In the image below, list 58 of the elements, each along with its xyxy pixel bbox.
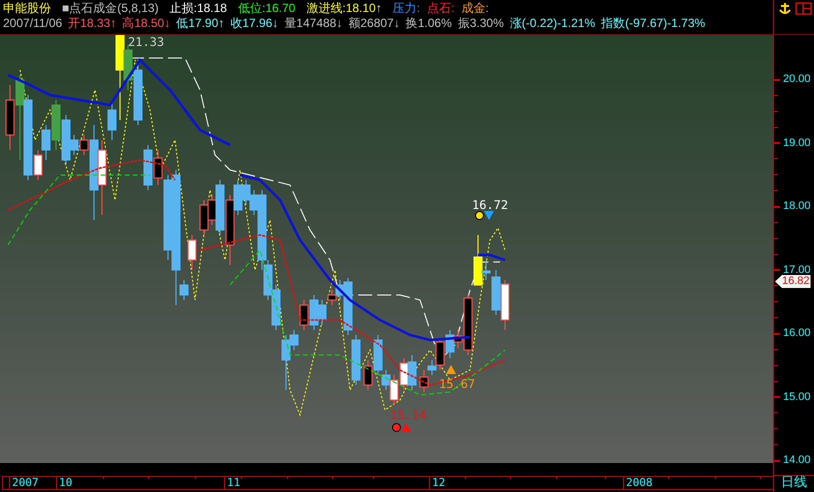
quote-text: 量147488↓ <box>284 16 342 30</box>
price-tick-label: 18.00 <box>783 200 811 212</box>
quote-text: 2007/11/06 <box>3 16 62 30</box>
price-tick-label: 19.00 <box>783 136 811 148</box>
price-annotation: 15.14 <box>390 409 426 422</box>
quote-text: 振3.30% <box>458 16 504 30</box>
quote-text: 低17.90↑ <box>176 16 224 30</box>
date-label: 2007 <box>9 476 38 489</box>
price-annotation: 21.33 <box>128 36 164 49</box>
up-triangle-icon <box>446 365 456 374</box>
dot-icon <box>475 211 484 220</box>
date-label: 2008 <box>623 476 652 489</box>
candlestick <box>144 144 152 190</box>
header-text: 止损:18.18 <box>170 1 227 15</box>
candlestick <box>188 234 196 270</box>
quote-text: 开18.33↑ <box>68 16 116 30</box>
header-text: 成金: <box>461 1 489 15</box>
candlestick <box>352 334 360 386</box>
candlestick <box>272 284 280 330</box>
candlestick <box>500 280 510 330</box>
header-text: 申能股份 <box>3 1 51 15</box>
candlestick <box>310 294 318 330</box>
quote-text: 换1.06% <box>406 16 452 30</box>
header-text: 低位:16.70 <box>238 1 296 15</box>
window-icon[interactable] <box>795 2 812 15</box>
price-tick-label: 20.00 <box>783 73 811 85</box>
candlestick <box>400 358 408 390</box>
dot-icon <box>392 423 401 432</box>
candlestick <box>42 124 50 160</box>
quote-text: 收17.96↓ <box>230 16 278 30</box>
anchor-icon[interactable] <box>779 2 791 15</box>
date-label: 10 <box>56 476 72 489</box>
price-tick-label: 16.00 <box>783 327 811 339</box>
quote-text: 涨(-0.22)-1.21% <box>510 16 596 30</box>
header-text: 激进线:18.10↑ <box>306 1 382 15</box>
price-annotation: 16.72 <box>472 199 508 212</box>
quote-text: 指数(-97.67)-1.73% <box>601 16 706 30</box>
price-tick-label: 17.00 <box>783 264 811 276</box>
down-triangle-icon <box>484 211 494 220</box>
candlestick <box>6 84 14 150</box>
date-label: 12 <box>429 476 446 489</box>
price-tick-label: 15.00 <box>783 390 811 402</box>
header-text: 点石: <box>427 1 454 15</box>
candlestick <box>52 100 60 150</box>
up-triangle-icon <box>401 423 411 432</box>
date-label: 11 <box>224 476 240 489</box>
period-label[interactable]: 日线 <box>781 475 807 490</box>
quote-text: 高18.50↓ <box>122 16 170 30</box>
candlestick <box>242 180 250 206</box>
candlestick <box>364 360 372 390</box>
header-text: ■点石成金(5,8,13) <box>62 1 159 15</box>
price-annotation: 15.67 <box>439 378 476 391</box>
candlestick <box>408 354 416 390</box>
price-tick-label: 14.00 <box>783 454 811 466</box>
current-price-tag: 16.82 <box>775 275 811 288</box>
moving-average-line <box>478 254 506 262</box>
quote-text: 额26807↓ <box>348 16 400 30</box>
header-text: 压力: <box>392 1 420 15</box>
